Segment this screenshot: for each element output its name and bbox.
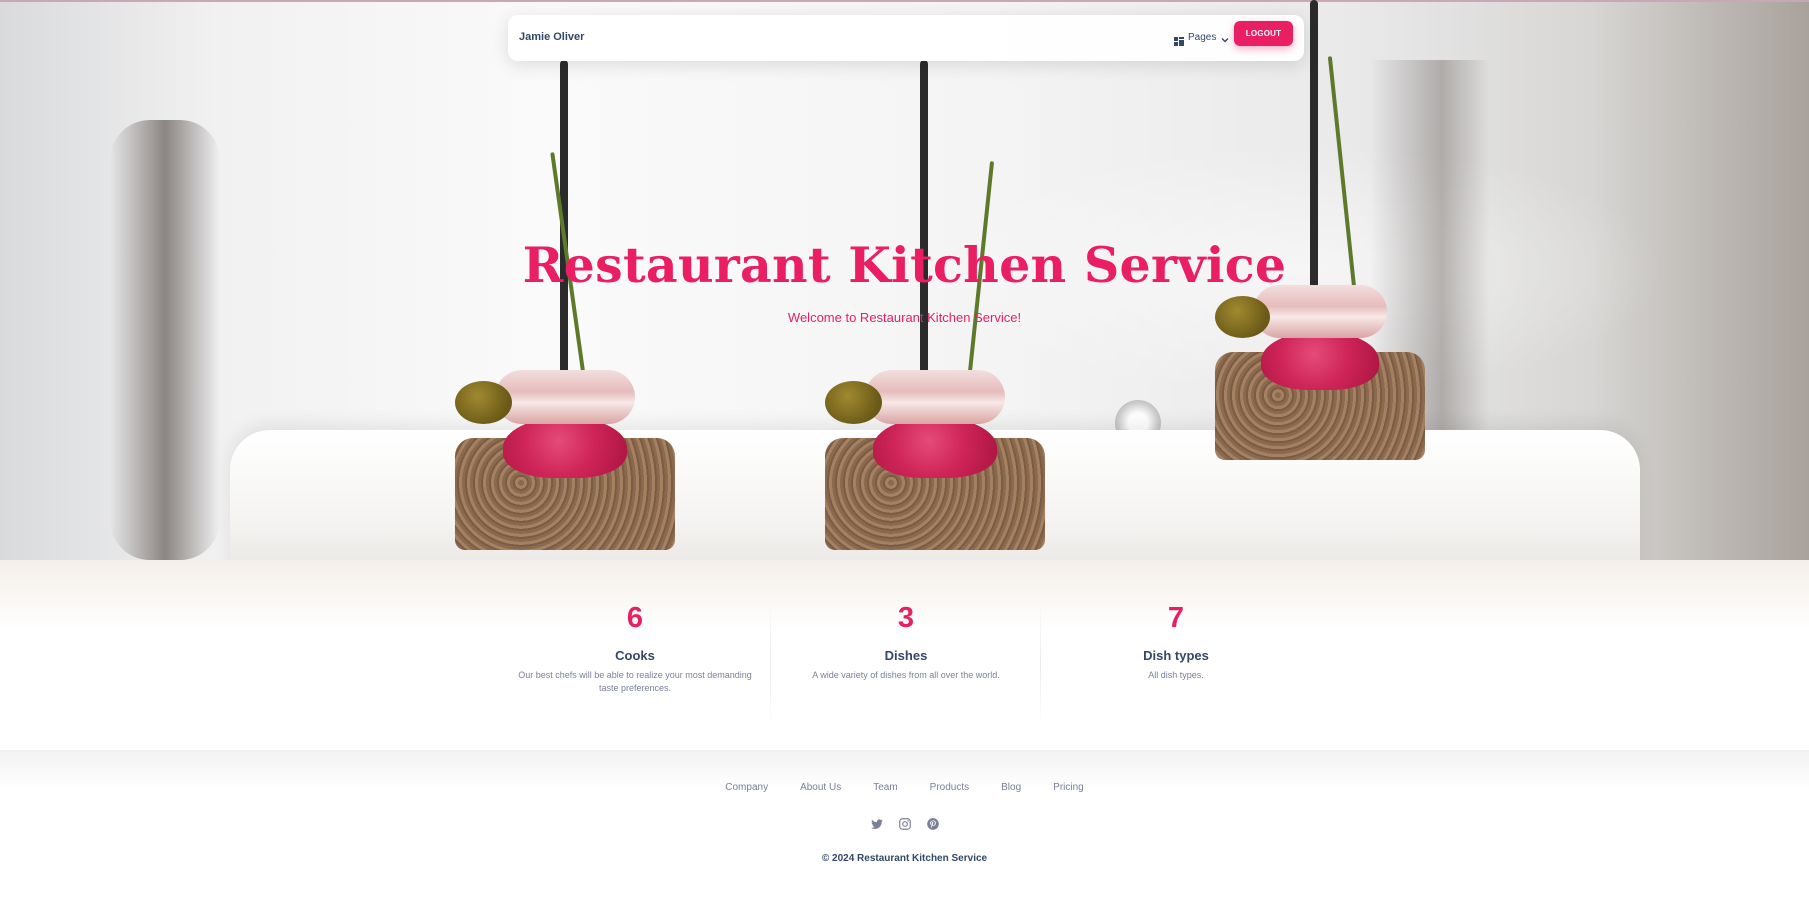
- stat-description: All dish types.: [1148, 670, 1204, 680]
- pinterest-icon[interactable]: [926, 817, 940, 831]
- copyright-text: © 2024 Restaurant Kitchen Service: [821, 853, 988, 864]
- footer-link-team[interactable]: Team: [873, 782, 897, 793]
- instagram-icon[interactable]: [898, 817, 912, 831]
- top-navbar: Jamie Oliver Pages LOGOUT: [508, 15, 1304, 61]
- stat-title: Cooks: [615, 648, 655, 663]
- stats-section: 6 Cooks Our best chefs will be able to r…: [0, 560, 1809, 750]
- footer-link-products[interactable]: Products: [930, 782, 969, 793]
- footer-link-about-us[interactable]: About Us: [800, 782, 841, 793]
- brand-link[interactable]: Jamie Oliver: [519, 31, 584, 43]
- stat-number: 3: [897, 602, 915, 634]
- stat-description: Our best chefs will be able to realize y…: [518, 670, 752, 693]
- stat-title: Dish types: [1143, 648, 1209, 663]
- dashboard-icon: [1174, 33, 1184, 46]
- footer-link-blog[interactable]: Blog: [1001, 782, 1021, 793]
- twitter-icon[interactable]: [870, 817, 884, 831]
- hero-subtitle: Welcome to Restaurant Kitchen Service!: [787, 310, 1022, 325]
- stat-dishes: 3 Dishes A wide variety of dishes from a…: [771, 600, 1041, 730]
- pages-label: Pages: [1188, 31, 1217, 43]
- footer-link-company[interactable]: Company: [725, 782, 768, 793]
- logout-button[interactable]: LOGOUT: [1234, 21, 1293, 46]
- footer-links: Company About Us Team Products Blog Pric…: [0, 782, 1809, 793]
- hero-title: Restaurant Kitchen Service: [522, 236, 1287, 294]
- hero-background-shadow: [110, 120, 220, 560]
- footer-link-pricing[interactable]: Pricing: [1053, 782, 1084, 793]
- hero-section: Restaurant Kitchen Service Welcome to Re…: [0, 0, 1809, 560]
- chevron-down-icon: [1220, 32, 1230, 43]
- hero-top-line: [0, 0, 1809, 2]
- pages-dropdown[interactable]: Pages: [1174, 28, 1230, 46]
- stat-dish-types: 7 Dish types All dish types.: [1041, 600, 1311, 730]
- stat-number: 7: [1167, 602, 1185, 634]
- stat-description: A wide variety of dishes from all over t…: [812, 670, 1000, 680]
- stat-title: Dishes: [884, 648, 928, 663]
- canape-image: [455, 60, 675, 550]
- stat-cooks: 6 Cooks Our best chefs will be able to r…: [500, 600, 770, 730]
- canape-image: [825, 60, 1045, 550]
- social-links: [0, 817, 1809, 831]
- stat-number: 6: [626, 602, 644, 634]
